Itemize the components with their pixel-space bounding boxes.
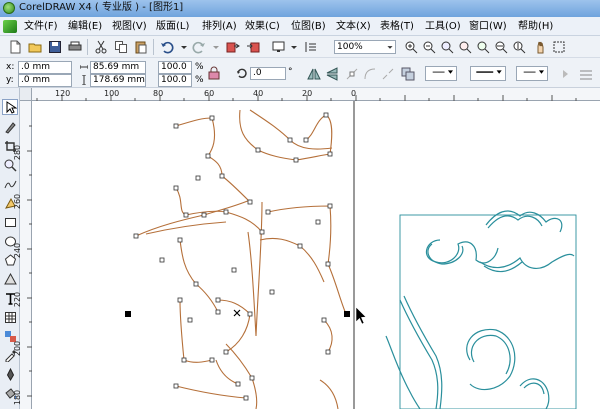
zoom-dropdown-icon[interactable] bbox=[384, 40, 396, 54]
teal-calligraphy-artwork[interactable] bbox=[385, 210, 577, 409]
menu-tools[interactable]: 工具(O) bbox=[425, 17, 461, 36]
ruler-tick-label: 260 bbox=[13, 193, 23, 210]
undo-dropdown-icon[interactable] bbox=[176, 39, 192, 55]
new-document-button[interactable] bbox=[7, 39, 23, 55]
application-launcher-icon[interactable] bbox=[271, 39, 287, 55]
launcher-dropdown-icon[interactable] bbox=[286, 39, 302, 55]
y-position-field[interactable]: .0 mm bbox=[18, 74, 72, 87]
drawing-canvas[interactable] bbox=[32, 101, 600, 409]
scale-width-percent: % bbox=[195, 62, 204, 72]
undo-icon[interactable] bbox=[159, 39, 175, 55]
rotation-center-mark[interactable] bbox=[233, 309, 241, 317]
menu-view[interactable]: 视图(V) bbox=[112, 17, 147, 36]
curve-to-line-icon[interactable] bbox=[362, 66, 378, 82]
menu-help[interactable]: 帮助(H) bbox=[518, 17, 553, 36]
ruler-tick-label: 220 bbox=[13, 291, 23, 308]
curve-node-handles[interactable] bbox=[133, 112, 333, 401]
object-width-field[interactable]: 85.69 mm bbox=[90, 61, 146, 74]
ruler-tick-label: 240 bbox=[13, 242, 23, 259]
welcome-screen-icon[interactable] bbox=[303, 39, 319, 55]
cut-icon[interactable] bbox=[93, 39, 109, 55]
selected-calligraphy-curve[interactable] bbox=[135, 109, 347, 409]
width-icon bbox=[79, 62, 89, 72]
redo-dropdown-icon[interactable] bbox=[208, 39, 224, 55]
export-icon[interactable] bbox=[245, 39, 261, 55]
lock-ratio-icon[interactable] bbox=[208, 66, 220, 80]
document-menu-icon[interactable] bbox=[3, 20, 17, 33]
menu-window[interactable]: 窗口(W) bbox=[469, 17, 507, 36]
zoom-in-icon[interactable] bbox=[403, 39, 419, 55]
rotation-icon bbox=[236, 67, 248, 79]
zoom-page-height-icon[interactable] bbox=[511, 39, 527, 55]
mirror-vertical-icon[interactable] bbox=[324, 66, 340, 82]
zoom-all-objects-icon[interactable] bbox=[457, 39, 473, 55]
canvas-artwork bbox=[125, 101, 577, 409]
node-add-icon[interactable] bbox=[344, 66, 360, 82]
import-icon[interactable] bbox=[225, 39, 241, 55]
save-button[interactable] bbox=[47, 39, 63, 55]
toolbar-separator bbox=[87, 39, 88, 55]
pick-tool-icon[interactable] bbox=[2, 99, 18, 115]
ruler-tick-label: 180 bbox=[13, 389, 23, 406]
menu-effects[interactable]: 效果(C) bbox=[245, 17, 280, 36]
rectangle-tool-icon[interactable] bbox=[2, 214, 18, 230]
menu-edit[interactable]: 编辑(E) bbox=[68, 17, 102, 36]
y-position-label: y: bbox=[6, 75, 14, 85]
menu-bitmaps[interactable]: 位图(B) bbox=[291, 17, 326, 36]
end-arrowhead-select[interactable] bbox=[516, 66, 548, 81]
ruler-tick-label: 200 bbox=[13, 340, 23, 357]
ruler-tick-label: 60 bbox=[204, 89, 215, 98]
height-icon bbox=[80, 74, 88, 86]
coreldraw-app-icon bbox=[3, 2, 15, 14]
ruler-tick-label: 0 bbox=[351, 89, 357, 98]
x-position-field[interactable]: .0 mm bbox=[18, 61, 72, 74]
menu-table[interactable]: 表格(T) bbox=[380, 17, 414, 36]
basic-shapes-tool-icon[interactable] bbox=[2, 271, 18, 287]
freehand-tool-icon[interactable] bbox=[2, 176, 18, 192]
menu-file[interactable]: 文件(F) bbox=[24, 17, 58, 36]
ruler-tick-label: 280 bbox=[13, 144, 23, 161]
ruler-tick-label: 120 bbox=[55, 89, 71, 98]
zoom-selected-icon[interactable] bbox=[439, 39, 455, 55]
copy-icon[interactable] bbox=[113, 39, 129, 55]
ruler-tick-label: 20 bbox=[302, 89, 313, 98]
ruler-tick-label: 100 bbox=[104, 89, 120, 98]
scale-height-percent: % bbox=[195, 75, 204, 85]
paste-icon[interactable] bbox=[133, 39, 149, 55]
object-height-field[interactable]: 178.69 mm bbox=[90, 74, 146, 87]
mirror-horizontal-icon[interactable] bbox=[306, 66, 322, 82]
wrap-text-icon[interactable] bbox=[558, 66, 574, 82]
redo-icon[interactable] bbox=[191, 39, 207, 55]
x-position-label: x: bbox=[6, 62, 15, 72]
scale-height-field[interactable]: 100.0 bbox=[158, 74, 192, 87]
menu-layout[interactable]: 版面(L) bbox=[156, 17, 189, 36]
ruler-tick-label: 40 bbox=[253, 89, 264, 98]
start-arrowhead-select[interactable] bbox=[425, 66, 457, 81]
ruler-origin-corner[interactable] bbox=[20, 88, 32, 101]
frame-tool-icon[interactable] bbox=[551, 39, 567, 55]
break-curve-icon[interactable] bbox=[380, 66, 396, 82]
rotation-angle-field[interactable]: .0 bbox=[250, 67, 286, 80]
menu-text[interactable]: 文本(X) bbox=[336, 17, 371, 36]
table-tool-icon[interactable] bbox=[2, 309, 18, 325]
zoom-page-icon[interactable] bbox=[475, 39, 491, 55]
mouse-cursor-icon bbox=[355, 306, 367, 325]
toolbar-separator bbox=[153, 39, 154, 55]
window-title: CorelDRAW X4 ( 专业版 ) - [图形1] bbox=[19, 2, 184, 13]
combine-icon[interactable] bbox=[400, 66, 416, 82]
outline-style-select[interactable] bbox=[470, 66, 506, 81]
open-button[interactable] bbox=[27, 39, 43, 55]
pan-tool-icon[interactable] bbox=[533, 39, 549, 55]
print-button[interactable] bbox=[67, 39, 83, 55]
outline-width-icon[interactable] bbox=[578, 66, 594, 82]
shape-tool-icon[interactable] bbox=[2, 119, 18, 135]
ruler-tick-label: 80 bbox=[153, 89, 164, 98]
zoom-page-width-icon[interactable] bbox=[493, 39, 509, 55]
zoom-out-icon[interactable] bbox=[421, 39, 437, 55]
menu-arrange[interactable]: 排列(A) bbox=[202, 17, 237, 36]
outline-pen-tool-icon[interactable] bbox=[2, 366, 18, 382]
scale-width-field[interactable]: 100.0 bbox=[158, 61, 192, 74]
rotation-degree-label: ° bbox=[288, 67, 293, 77]
